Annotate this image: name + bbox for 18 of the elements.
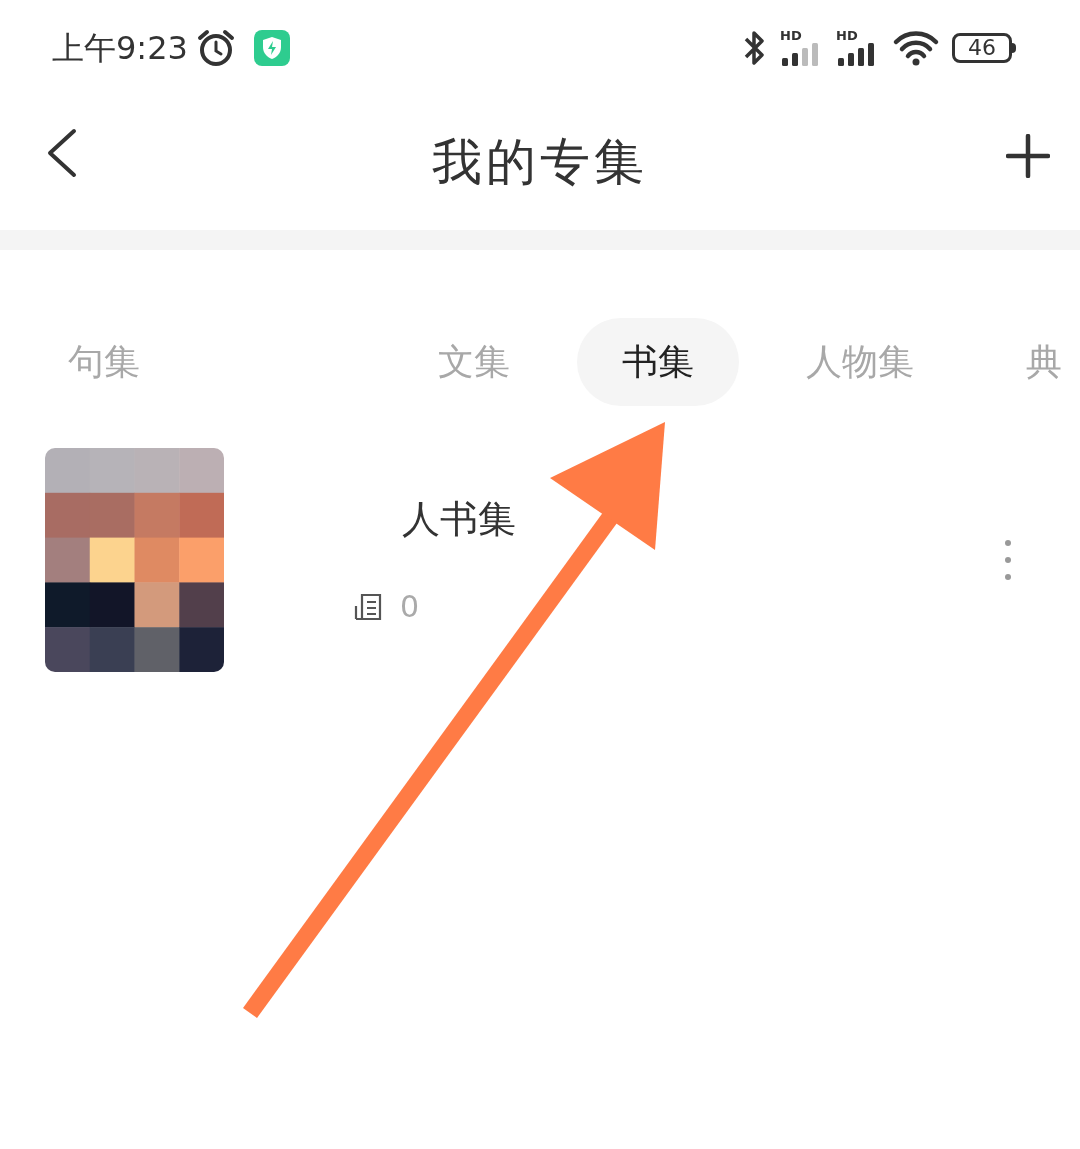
alarm-clock-icon [195,27,236,68]
list-icon [354,591,384,622]
status-time: 上午9:23 [52,27,188,69]
page-title: 我的专集 [432,132,648,193]
item-count: 0 [400,588,420,626]
collection-title: 人书集 [402,496,517,543]
tab[interactable]: 书集 [577,318,739,406]
tab[interactable]: 典 [981,318,1080,406]
signal-label: HD [780,29,802,42]
tab[interactable]: 文集 [393,318,555,406]
add-button[interactable] [1006,133,1052,179]
shield-icon [253,29,290,66]
tab[interactable]: 人物集 [761,318,959,406]
battery-level: 46 [968,36,996,59]
wifi-icon [892,29,940,66]
signal-label: HD [836,29,858,42]
plus-icon [1006,134,1050,178]
tab[interactable]: 句集 [23,318,185,406]
